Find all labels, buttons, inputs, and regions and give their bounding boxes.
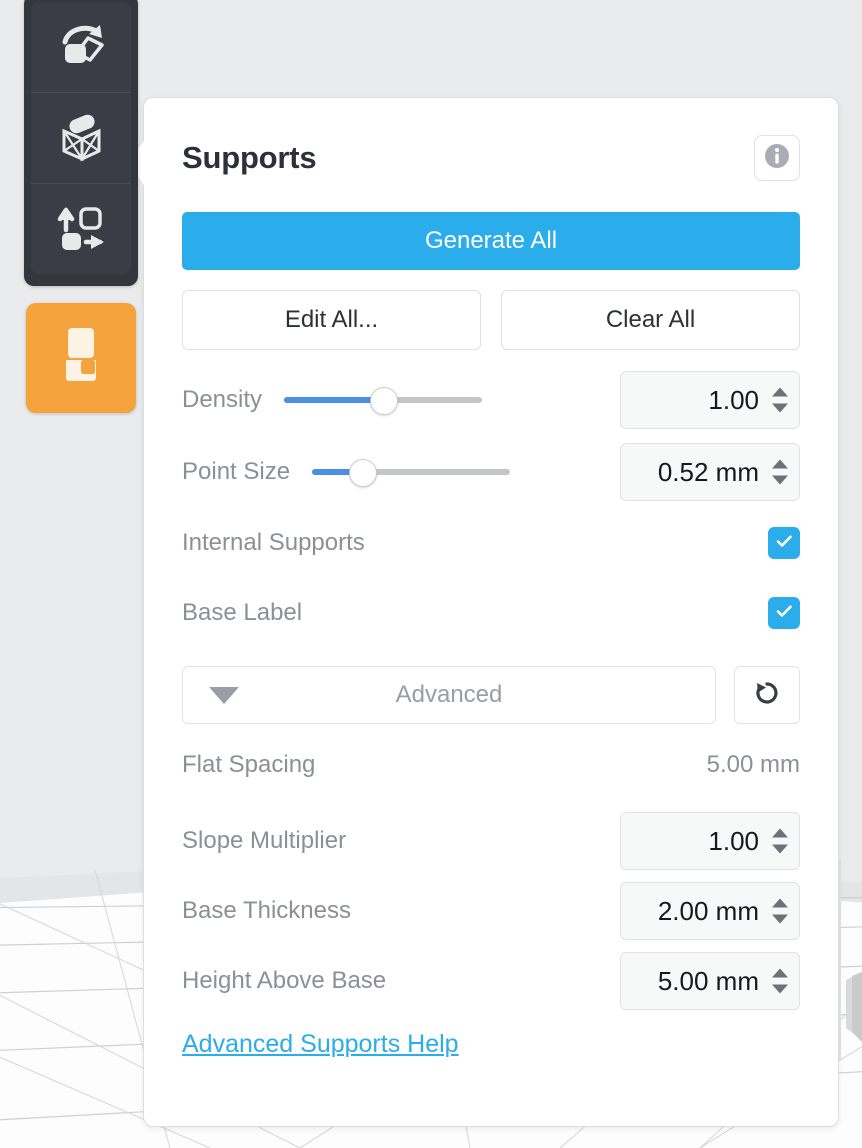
tool-stack: [31, 2, 131, 274]
point-size-slider[interactable]: [312, 459, 511, 487]
checkmark-icon: [774, 601, 794, 626]
flat-spacing-value: 5.00 mm: [706, 751, 800, 778]
base-thickness-value: 2.00 mm: [657, 895, 759, 926]
stepper-down-icon[interactable]: [772, 475, 788, 485]
slider-thumb[interactable]: [370, 387, 399, 415]
point-size-row: Point Size 0.52 mm: [182, 436, 800, 508]
base-thickness-row: Base Thickness 2.00 mm: [182, 876, 800, 946]
internal-supports-label: Internal Supports: [182, 529, 365, 556]
left-toolbar: [24, 0, 138, 286]
stepper-up-icon[interactable]: [772, 828, 788, 838]
slope-multiplier-row: Slope Multiplier 1.00: [182, 806, 800, 876]
stepper-up-icon[interactable]: [772, 898, 788, 908]
base-thickness-input[interactable]: 2.00 mm: [620, 882, 800, 940]
height-above-base-row: Height Above Base 5.00 mm: [182, 946, 800, 1016]
rotate-object-icon: [52, 18, 110, 76]
slope-multiplier-value: 1.00: [708, 825, 759, 856]
reset-button[interactable]: [734, 666, 800, 724]
chevron-down-icon: [209, 686, 239, 704]
point-size-value: 0.52 mm: [657, 456, 759, 487]
density-stepper[interactable]: [772, 387, 788, 413]
flat-spacing-row: Flat Spacing 5.00 mm: [182, 724, 800, 806]
stepper-down-icon[interactable]: [772, 914, 788, 924]
internal-supports-checkbox[interactable]: [768, 527, 800, 559]
density-row: Density 1.00: [182, 364, 800, 436]
info-circle-icon: [763, 142, 791, 175]
flat-spacing-label: Flat Spacing: [182, 751, 316, 778]
printer-cartridge-icon: [55, 325, 107, 392]
panel-header: Supports: [182, 134, 800, 182]
supports-scaffold-icon: [52, 109, 110, 167]
page-title: Supports: [182, 140, 317, 175]
density-label: Density: [182, 386, 263, 413]
height-above-base-stepper[interactable]: [772, 968, 788, 994]
stepper-down-icon[interactable]: [772, 984, 788, 994]
layout-tool-button[interactable]: [31, 183, 131, 274]
height-above-base-value: 5.00 mm: [657, 965, 759, 996]
base-label-row: Base Label: [182, 578, 800, 648]
clear-all-button[interactable]: Clear All: [501, 290, 800, 350]
density-slider[interactable]: [284, 387, 483, 415]
base-thickness-label: Base Thickness: [182, 897, 351, 924]
stepper-down-icon[interactable]: [772, 844, 788, 854]
app-root: Supports Generate All Edit All... Clear …: [0, 0, 862, 1148]
generate-all-button[interactable]: Generate All: [182, 212, 800, 270]
orient-tool-button[interactable]: [31, 2, 131, 92]
base-thickness-stepper[interactable]: [772, 898, 788, 924]
slider-fill: [284, 397, 384, 403]
advanced-label: Advanced: [395, 681, 503, 708]
stepper-up-icon[interactable]: [772, 387, 788, 397]
checkmark-icon: [774, 531, 794, 556]
secondary-button-row: Edit All... Clear All: [182, 290, 800, 350]
height-above-base-label: Height Above Base: [182, 967, 387, 994]
density-value: 1.00: [708, 384, 759, 415]
supports-tool-button[interactable]: [31, 92, 131, 183]
slider-thumb[interactable]: [348, 459, 377, 487]
info-button[interactable]: [754, 135, 800, 181]
point-size-stepper[interactable]: [772, 459, 788, 485]
reset-rotate-ccw-icon: [751, 677, 783, 714]
stepper-down-icon[interactable]: [772, 403, 788, 413]
base-label-label: Base Label: [182, 599, 303, 626]
internal-supports-row: Internal Supports: [182, 508, 800, 578]
stepper-up-icon[interactable]: [772, 459, 788, 469]
slope-multiplier-input[interactable]: 1.00: [620, 812, 800, 870]
advanced-supports-help-link[interactable]: Advanced Supports Help: [182, 1030, 459, 1059]
advanced-toggle[interactable]: Advanced: [182, 666, 716, 724]
print-setup-button[interactable]: [26, 303, 136, 413]
advanced-section-header: Advanced: [182, 666, 800, 724]
stepper-up-icon[interactable]: [772, 968, 788, 978]
slope-multiplier-label: Slope Multiplier: [182, 827, 347, 854]
base-label-checkbox[interactable]: [768, 597, 800, 629]
edit-all-button[interactable]: Edit All...: [182, 290, 481, 350]
point-size-input[interactable]: 0.52 mm: [620, 443, 800, 501]
slope-multiplier-stepper[interactable]: [772, 828, 788, 854]
arrange-layout-icon: [52, 200, 110, 258]
supports-panel: Supports Generate All Edit All... Clear …: [127, 97, 839, 1127]
point-size-label: Point Size: [182, 458, 291, 485]
height-above-base-input[interactable]: 5.00 mm: [620, 952, 800, 1010]
density-input[interactable]: 1.00: [620, 371, 800, 429]
